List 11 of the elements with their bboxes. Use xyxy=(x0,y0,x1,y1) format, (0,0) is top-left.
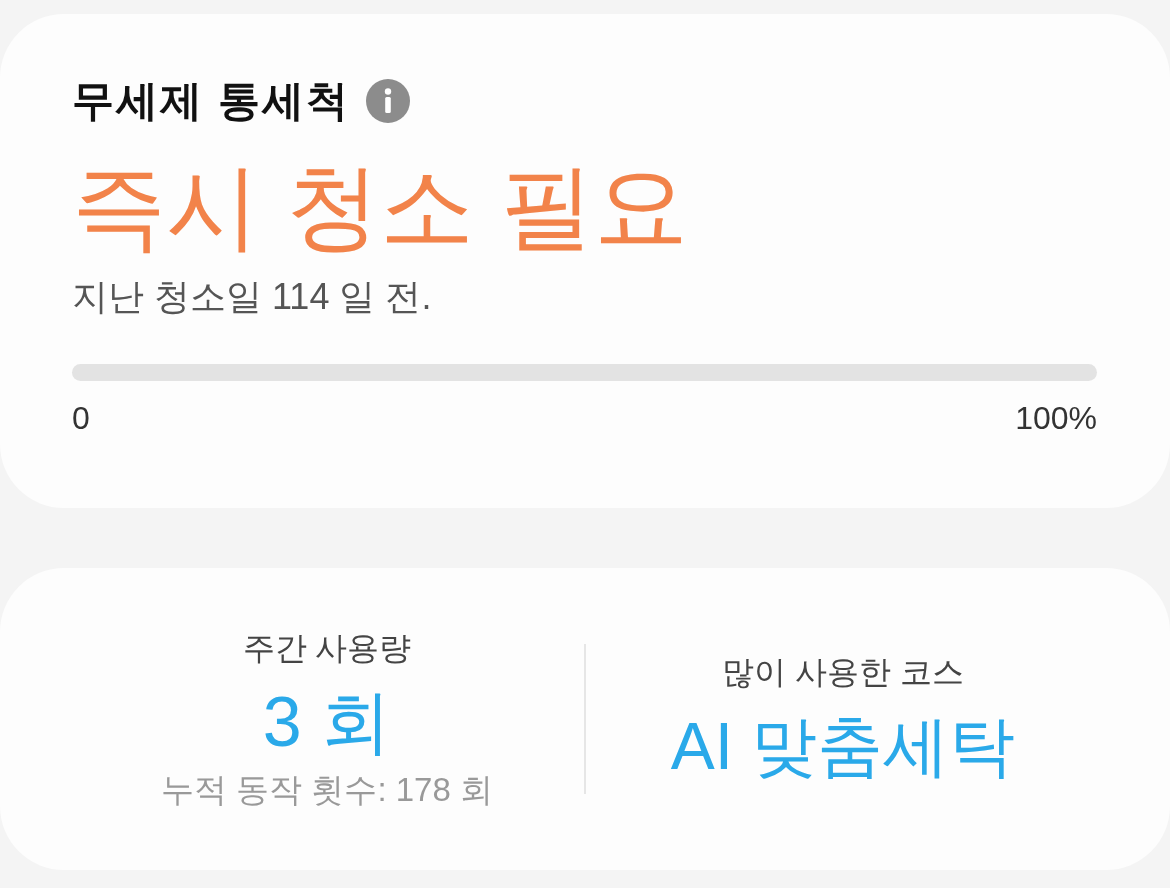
stat-value: 3 회 xyxy=(262,682,392,762)
stat-note: 누적 동작 횟수: 178 회 xyxy=(161,770,493,810)
card-title: 무세제 통세척 xyxy=(72,76,350,126)
stat-value: AI 맞춤세탁 xyxy=(670,708,1016,785)
info-icon[interactable] xyxy=(365,79,410,123)
status-text: 즉시 청소 필요 xyxy=(72,153,690,261)
last-cleaned-text: 지난 청소일 114 일 전. xyxy=(72,275,433,319)
stat-label: 주간 사용량 xyxy=(242,629,412,668)
stat-label: 많이 사용한 코스 xyxy=(722,653,964,692)
scale-min-label: 0 xyxy=(72,399,90,438)
scale-max-label: 100% xyxy=(1015,399,1097,438)
